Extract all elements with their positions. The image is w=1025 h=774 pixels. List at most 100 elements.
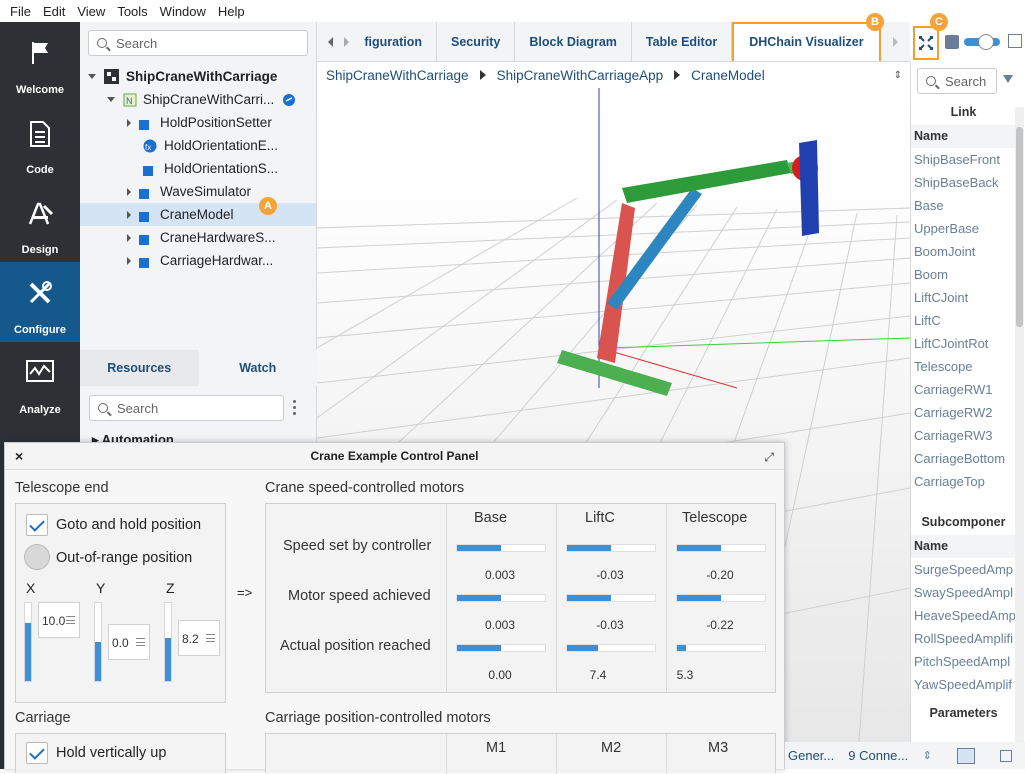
hold-vertically-checkbox[interactable] (26, 742, 48, 764)
nav-welcome[interactable]: Welcome (0, 22, 80, 102)
tree-item[interactable]: HoldPositionSetter (80, 111, 316, 134)
tree-item-cranemodel[interactable]: CraneModel (80, 203, 316, 226)
sidebar-toggle-icon[interactable] (1000, 749, 1013, 762)
nav-code[interactable]: Code (0, 102, 80, 182)
link-row[interactable]: CarriageTop (911, 470, 1016, 493)
y-slider[interactable] (94, 602, 102, 682)
x-slider-fill (25, 622, 31, 681)
explorer-search[interactable]: Search (88, 30, 308, 56)
breadcrumb-item[interactable]: ShipCraneWithCarriageApp (497, 68, 664, 83)
link-row[interactable]: Boom (911, 263, 1016, 286)
layout-toggle-icon[interactable] (957, 747, 976, 764)
z-value-tag[interactable]: 8.2 (178, 620, 220, 656)
nav-design[interactable]: Design (0, 182, 80, 262)
link-row[interactable]: CarriageRW1 (911, 378, 1016, 401)
breadcrumb-dropdown-icon[interactable]: ⇕ (894, 70, 902, 81)
slider-handle[interactable] (978, 34, 994, 50)
link-row[interactable]: LiftCJointRot (911, 332, 1016, 355)
fit-view-icon (919, 36, 933, 50)
close-icon[interactable]: × (15, 448, 23, 464)
tree-item[interactable]: WaveSimulator (80, 180, 316, 203)
block-icon (139, 253, 153, 268)
x-slider[interactable] (24, 602, 32, 682)
tree-app[interactable]: N ShipCraneWithCarri... (80, 88, 316, 111)
nav-analyze[interactable]: Analyze (0, 342, 80, 422)
breadcrumb-item[interactable]: ShipCraneWithCarriage (326, 68, 469, 83)
tab-watch[interactable]: Watch (198, 350, 317, 386)
chevron-left-icon[interactable] (328, 36, 334, 47)
sort-icon[interactable]: ⇕ (923, 749, 932, 762)
expand-icon[interactable] (127, 118, 131, 127)
expand-icon[interactable] (127, 187, 131, 196)
breadcrumb-arrow-icon (479, 70, 486, 80)
status-connections[interactable]: 9 Conne... (848, 748, 908, 763)
name-column-header[interactable]: Name (911, 125, 1016, 148)
row-label: Motor speed achieved (288, 588, 431, 604)
tab-resources[interactable]: Resources (80, 350, 199, 386)
tree-item[interactable]: fx HoldOrientationE... (80, 134, 316, 157)
tree-root[interactable]: ShipCraneWithCarriage (80, 65, 316, 88)
link-row[interactable]: CarriageRW3 (911, 424, 1016, 447)
goto-hold-checkbox[interactable] (26, 514, 48, 536)
expand-icon[interactable] (127, 256, 131, 265)
more-options-icon[interactable] (293, 400, 297, 416)
status-generation[interactable]: Gener... (788, 748, 834, 763)
link-row[interactable]: CarriageBottom (911, 447, 1016, 470)
breadcrumb-item[interactable]: CraneModel (691, 68, 765, 83)
chevron-right-icon[interactable] (344, 36, 350, 47)
y-value-tag[interactable]: 0.0 (108, 624, 150, 660)
z-slider[interactable] (164, 602, 172, 682)
menu-tools[interactable]: Tools (111, 4, 153, 19)
nav-configure[interactable]: Configure (0, 262, 80, 342)
tab-block-diagram[interactable]: Block Diagram (515, 21, 632, 62)
maximize-icon[interactable]: ⤢ (764, 450, 774, 465)
subcomponent-row[interactable]: SwaySpeedAmpl (911, 581, 1016, 604)
scrollbar[interactable] (1015, 107, 1024, 767)
progress-fill (457, 545, 501, 551)
tab-configuration[interactable]: figuration (360, 21, 438, 62)
links-search[interactable]: Search (917, 68, 997, 94)
tab-security[interactable]: Security (437, 21, 516, 62)
menu-view[interactable]: View (71, 4, 111, 19)
tab-dhchain-visualizer[interactable]: DHChain Visualizer (732, 22, 881, 61)
name-column-header[interactable]: Name (911, 535, 1016, 558)
expand-icon[interactable] (107, 97, 115, 102)
link-row[interactable]: UpperBase (911, 217, 1016, 240)
link-row[interactable]: LiftC (911, 309, 1016, 332)
zoom-slider[interactable] (964, 34, 1000, 50)
scrollbar-thumb[interactable] (1016, 127, 1023, 327)
progress-bar (456, 594, 546, 602)
is-toggle-icon[interactable] (945, 35, 959, 49)
tree-item[interactable]: CarriageHardwar... (80, 249, 316, 272)
menu-window[interactable]: Window (154, 4, 212, 19)
tree-item[interactable]: HoldOrientationS... (80, 157, 316, 180)
panel-toggle-icon[interactable] (1008, 34, 1022, 48)
link-row[interactable]: BoomJoint (911, 240, 1016, 263)
expand-icon[interactable] (88, 74, 96, 79)
expand-icon[interactable] (127, 233, 131, 242)
subcomponent-row[interactable]: HeaveSpeedAmp (911, 604, 1016, 627)
link-row[interactable]: Base (911, 194, 1016, 217)
chevron-right-icon[interactable] (881, 22, 910, 62)
subcomponent-row[interactable]: SurgeSpeedAmp (911, 558, 1016, 581)
menu-file[interactable]: File (4, 4, 37, 19)
link-row[interactable]: ShipBaseFront (911, 148, 1016, 171)
fit-view-button[interactable] (913, 26, 939, 60)
link-row[interactable]: LiftCJoint (911, 286, 1016, 309)
subcomponent-row[interactable]: RollSpeedAmplifi (911, 627, 1016, 650)
tree-item[interactable]: CraneHardwareS... (80, 226, 316, 249)
tab-table-editor[interactable]: Table Editor (632, 21, 733, 62)
filter-icon[interactable] (1003, 75, 1013, 83)
subcomponent-row[interactable]: YawSpeedAmplif (911, 673, 1016, 696)
x-value-tag[interactable]: 10.0 (38, 602, 80, 638)
resources-search[interactable]: Search (89, 395, 284, 421)
marker-b: B (866, 13, 884, 31)
link-row[interactable]: Telescope (911, 355, 1016, 378)
row-value: 0.00 (488, 668, 512, 682)
link-row[interactable]: ShipBaseBack (911, 171, 1016, 194)
expand-icon[interactable] (127, 210, 131, 219)
link-row[interactable]: CarriageRW2 (911, 401, 1016, 424)
menu-help[interactable]: Help (212, 4, 251, 19)
menu-edit[interactable]: Edit (37, 4, 71, 19)
subcomponent-row[interactable]: PitchSpeedAmpl (911, 650, 1016, 673)
